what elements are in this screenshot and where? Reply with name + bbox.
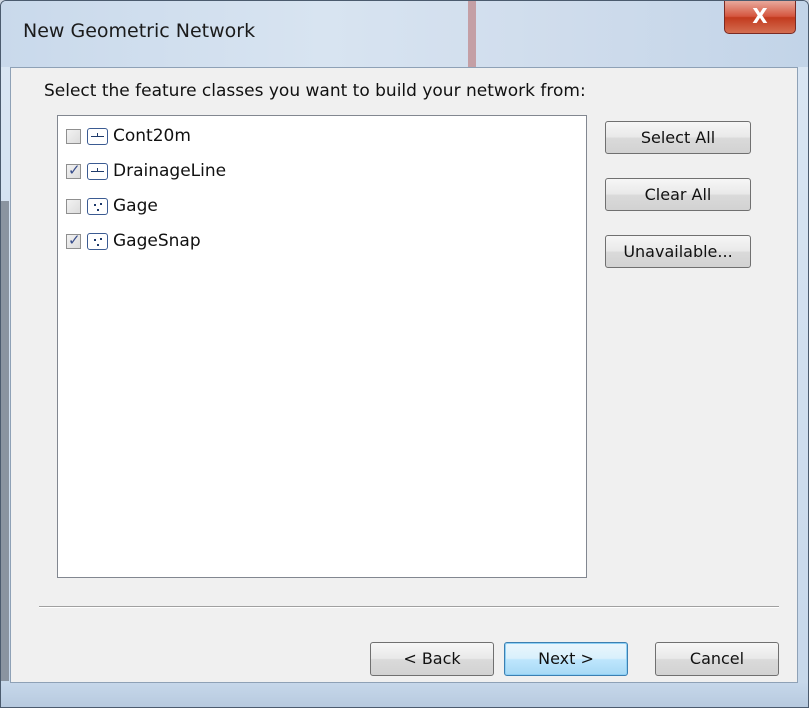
list-item[interactable]: Gage bbox=[66, 192, 158, 220]
list-item[interactable]: GageSnap bbox=[66, 227, 201, 255]
feature-class-name: Gage bbox=[113, 196, 158, 216]
checkbox[interactable] bbox=[66, 198, 81, 214]
line-feature-icon bbox=[87, 162, 108, 180]
next-button[interactable]: Next > bbox=[504, 642, 628, 676]
list-item[interactable]: Cont20m bbox=[66, 122, 191, 150]
window-bottom-edge bbox=[1, 683, 808, 707]
checkbox[interactable] bbox=[66, 128, 81, 144]
back-button[interactable]: < Back bbox=[370, 642, 494, 676]
clear-all-button[interactable]: Clear All bbox=[605, 178, 751, 211]
title-bar[interactable]: New Geometric Network X bbox=[1, 1, 808, 67]
feature-class-name: GageSnap bbox=[113, 231, 201, 251]
feature-class-name: Cont20m bbox=[113, 126, 191, 146]
close-button[interactable]: X bbox=[724, 1, 796, 34]
unavailable-button[interactable]: Unavailable... bbox=[605, 235, 751, 268]
feature-class-name: DrainageLine bbox=[113, 161, 227, 181]
line-feature-icon bbox=[87, 127, 108, 145]
instruction-label: Select the feature classes you want to b… bbox=[44, 81, 586, 101]
window-left-shadow bbox=[1, 201, 9, 681]
title-bar-streak bbox=[468, 1, 476, 67]
checkbox[interactable] bbox=[66, 231, 81, 249]
point-feature-icon bbox=[87, 232, 108, 250]
dialog-window: New Geometric Network X Select the featu… bbox=[0, 0, 809, 708]
cancel-button[interactable]: Cancel bbox=[655, 642, 779, 676]
checkbox[interactable] bbox=[66, 161, 81, 179]
feature-class-list[interactable]: Cont20m DrainageLine Gage GageSnap bbox=[57, 115, 587, 578]
window-title: New Geometric Network bbox=[23, 20, 256, 42]
list-item[interactable]: DrainageLine bbox=[66, 157, 226, 185]
footer-separator bbox=[39, 606, 779, 608]
select-all-button[interactable]: Select All bbox=[605, 121, 751, 154]
point-feature-icon bbox=[87, 197, 108, 215]
